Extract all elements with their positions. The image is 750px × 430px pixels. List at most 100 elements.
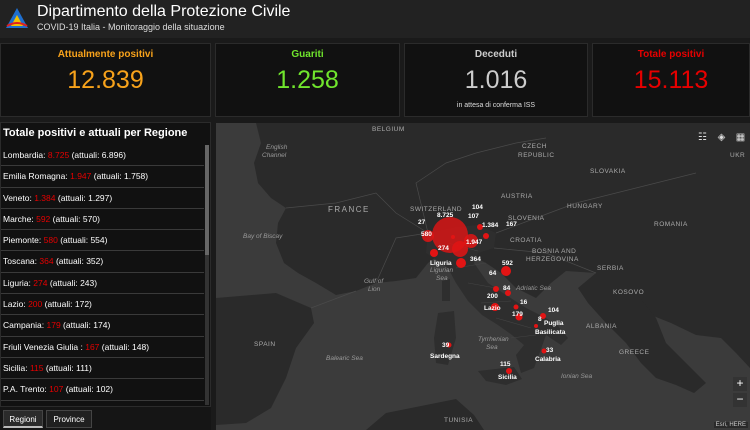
page-title: Dipartimento della Protezione Civile [37,3,291,20]
region-total: 179 [46,320,61,331]
region-name: Lombardia: [3,150,46,160]
region-name: Liguria: [3,277,31,288]
region-total: 1.384 [34,192,56,203]
region-current: (attuali: 554) [60,235,108,246]
region-total: 107 [49,384,64,395]
card-deceduti: Deceduti 1.016 in attesa di conferma ISS [404,43,588,117]
protezione-civile-logo [6,8,28,28]
card-label: Deceduti [474,49,518,60]
card-label: Guariti [291,49,324,60]
count-label: 1.947 [466,239,483,246]
count-label: 27 [418,219,426,226]
region-total: 115 [29,362,44,373]
region-current: (attuali: 6.896) [71,150,126,160]
card-value: 15.113 [633,66,709,94]
region-row[interactable]: Piemonte: 580 (attuali: 554) [1,230,204,252]
country-label: HERZEGOVINA [526,256,579,263]
scrollbar-thumb[interactable] [205,145,209,255]
count-label: 33 [546,347,554,354]
country-label: REPUBLIC [518,152,555,159]
region-current: (attuali: 1.297) [57,192,113,203]
region-name: Toscana: [3,256,38,267]
region-total: 592 [36,213,51,224]
region-row[interactable]: Marche: 592 (attuali: 570) [1,209,204,231]
country-label: ALBANIA [586,323,617,330]
region-total: 200 [28,299,43,310]
count-label: 104 [472,204,483,211]
count-label: 167 [506,221,517,228]
region-row[interactable]: Campania: 179 (attuali: 174) [1,315,204,337]
count-label: 16 [520,299,528,306]
qr-icon[interactable]: ▦ [734,131,747,144]
map-view[interactable]: BELGIUM CZECH REPUBLIC SLOVAKIA UKR FRAN… [216,123,750,430]
region-row[interactable]: Sicilia: 115 (attuali: 111) [1,358,204,380]
region-current: (attuali: 174) [63,320,111,331]
sea-label: Ionian Sea [561,373,593,380]
region-name: Campania: [3,320,45,331]
country-label: BOSNIA AND [532,248,577,255]
count-label: 179 [512,311,523,318]
count-label: 39 [442,342,450,349]
country-label: BELGIUM [372,126,405,133]
country-label: GREECE [619,349,650,356]
region-row[interactable]: Toscana: 364 (attuali: 352) [1,251,204,273]
country-label: SPAIN [254,341,276,348]
page-subtitle: COVID-19 Italia - Monitoraggio della sit… [37,22,225,32]
region-current: (attuali: 172) [44,299,92,310]
count-label: 200 [487,293,498,300]
card-label: Totale positivi [637,49,705,60]
region-row[interactable]: Veneto: 1.384 (attuali: 1.297) [1,188,204,209]
region-total: 167 [85,341,100,352]
card-note: in attesa di conferma ISS [456,102,536,109]
region-label: Liguria [430,260,452,267]
region-row[interactable]: Lombardia: 8.725 (attuali: 6.896) [1,145,204,167]
count-label: 84 [503,285,511,292]
count-label: 8.725 [437,212,454,219]
zoom-in-button[interactable]: + [733,377,747,391]
layers-icon[interactable]: ◈ [715,131,728,144]
count-label: 64 [489,270,497,277]
country-label: KOSOVO [613,289,645,296]
zoom-out-button[interactable]: − [733,393,747,407]
panel-tabs: Regioni Province [0,407,211,430]
region-current: (attuali: 102) [65,384,113,395]
region-row[interactable]: P.A. Trento: 107 (attuali: 102) [1,379,204,401]
regions-panel-title: Totale positivi e attuali per Regione [3,127,188,139]
region-label: Calabria [535,356,561,363]
country-label: SLOVAKIA [590,168,626,175]
list-icon[interactable]: ☷ [696,131,709,144]
region-name: Lazio: [3,299,26,310]
count-label: 8 [538,316,542,323]
region-total: 580 [43,235,58,246]
country-label: HUNGARY [567,203,603,210]
region-label: Basilicata [535,329,566,336]
country-label: ROMANIA [654,221,688,228]
card-label: Attualmente positivi [57,49,154,60]
region-total: 274 [33,277,48,288]
card-value: 12.839 [67,66,144,94]
region-label: Lazio [484,305,501,312]
region-current: (attuali: 243) [49,277,98,288]
region-name: Veneto: [3,192,32,203]
regions-panel: Totale positivi e attuali per Regione Lo… [0,122,211,407]
region-row[interactable]: Lazio: 200 (attuali: 172) [1,294,204,316]
sea-label: Sea [436,275,448,282]
count-label: 592 [502,260,513,267]
country-label: TUNISIA [444,417,474,424]
card-value: 1.258 [276,66,339,94]
country-label: FRANCE [328,205,370,214]
tab-province[interactable]: Province [46,410,92,428]
card-value: 1.016 [464,66,528,94]
country-label: CROATIA [510,237,542,244]
region-name: Marche: [3,213,34,224]
region-row[interactable]: Friuli Venezia Giulia : 167 (attuali: 14… [1,337,204,358]
region-row[interactable]: Emilia Romagna: 1.947 (attuali: 1.758) [1,166,204,188]
count-label: 274 [438,245,449,252]
count-label: 107 [468,213,479,220]
region-row[interactable]: Liguria: 274 (attuali: 243) [1,273,204,295]
sea-label: Sea [486,344,498,351]
count-label: 104 [548,307,559,314]
region-label: Sardegna [430,353,460,360]
regions-list: Lombardia: 8.725 (attuali: 6.896) Emilia … [1,145,204,406]
tab-regioni[interactable]: Regioni [3,410,43,428]
